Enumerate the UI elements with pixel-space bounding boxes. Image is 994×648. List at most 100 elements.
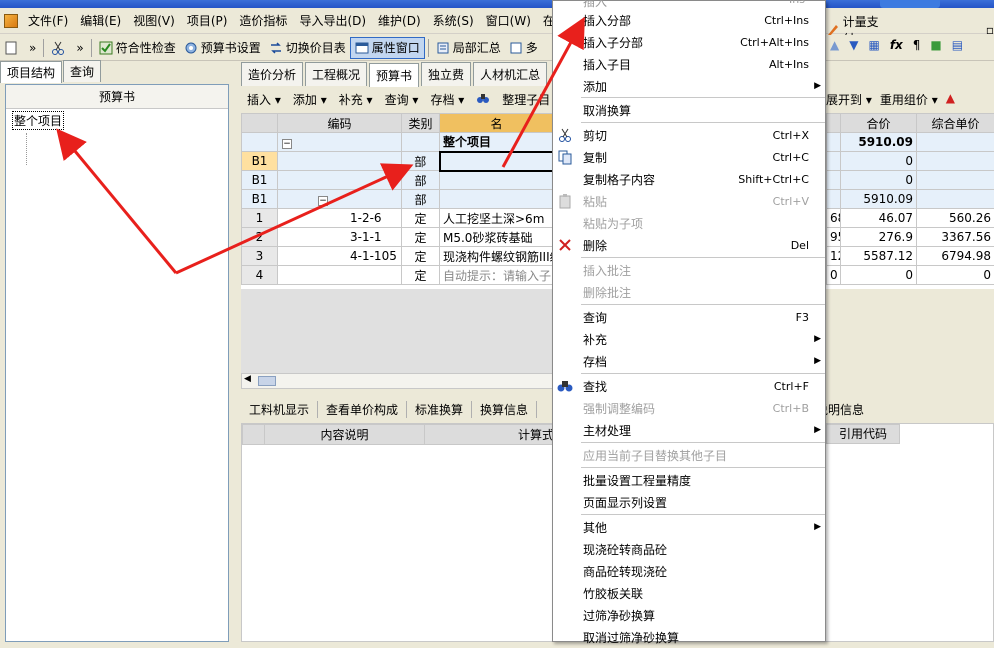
reuse-pricing-dropdown[interactable]: 重用组价 ▾ [880,91,938,108]
cell-name[interactable]: 自动提示：请输入子 [440,266,554,285]
menu-import-export[interactable]: 导入导出(D) [293,12,372,29]
cell-name[interactable] [440,152,554,171]
col-unit-price[interactable]: 综合单价 [917,114,994,133]
menu-item[interactable]: 插入子目Alt+Ins [553,53,825,75]
cell-unit-price[interactable] [917,152,994,171]
arrow-down-icon[interactable]: ▼ [849,38,858,52]
cell-total[interactable]: 5910.09 [841,190,917,209]
cell-category[interactable]: 定 [402,209,440,228]
menu-system[interactable]: 系统(S) [427,12,480,29]
supplement-dropdown[interactable]: 补充 ▾ [333,91,379,108]
menu-item[interactable]: 剪切Ctrl+X [553,124,825,146]
row-header[interactable]: 3 [242,247,278,266]
menu-item[interactable]: 过筛净砂换算 [553,604,825,626]
table-row[interactable]: 125587.126794.98 [827,247,994,266]
menu-item[interactable]: 商品砼转现浇砼 [553,560,825,582]
cube-icon[interactable]: ■ [930,38,941,52]
cell-partial[interactable] [827,171,841,190]
table-row[interactable]: 6846.07560.26 [827,209,994,228]
cell-name[interactable]: 现浇构件螺纹钢筋III级 [440,247,554,266]
cell-category[interactable]: 部 [402,171,440,190]
row-header[interactable]: B1 [242,171,278,190]
budget-settings-button[interactable]: 预算书设置 [180,37,265,59]
tidy-subitems-button[interactable]: 整理子目 [496,91,556,108]
menu-item[interactable]: 竹胶板关联 [553,582,825,604]
cell-total[interactable]: 0 [841,152,917,171]
cell-total[interactable]: 5910.09 [841,133,917,152]
menu-item[interactable]: 存档▶ [553,350,825,372]
menu-item[interactable]: 批量设置工程量精度 [553,469,825,491]
menu-item[interactable]: 查询F3 [553,306,825,328]
cell-category[interactable]: 部 [402,190,440,209]
col-category[interactable]: 类别 [402,114,440,133]
menu-item[interactable]: 查找Ctrl+F [553,375,825,397]
menu-item[interactable]: 插入子分部Ctrl+Alt+Ins [553,31,825,53]
cell-name[interactable]: M5.0砂浆砖基础 [440,228,554,247]
row-header[interactable] [242,133,278,152]
menu-edit[interactable]: 编辑(E) [74,12,127,29]
cell-total[interactable]: 46.07 [841,209,917,228]
tab-project-overview[interactable]: 工程概况 [305,62,367,86]
cell-code[interactable]: 1-2-6 [278,209,402,228]
menu-item[interactable]: 复制Ctrl+C [553,146,825,168]
cell-category[interactable] [402,133,440,152]
cell-category[interactable]: 定 [402,247,440,266]
toolbar-overflow[interactable]: » [25,37,40,59]
menu-item[interactable]: 删除Del [553,234,825,256]
cell-unit-price[interactable]: 6794.98 [917,247,994,266]
table-row[interactable]: 0 [827,152,994,171]
panel-splitter[interactable] [232,62,238,642]
multi-button[interactable]: 多 [505,37,542,59]
cell-code[interactable]: − [278,190,402,209]
menu-maintain[interactable]: 维护(D) [372,12,427,29]
cell-code[interactable]: 3-1-1 [278,228,402,247]
tab-labor-material-summary[interactable]: 人材机汇总 [473,62,547,86]
tab-query[interactable]: 查询 [63,60,101,82]
cell-unit-price[interactable] [917,190,994,209]
cell-name[interactable] [440,171,554,190]
partial-summary-button[interactable]: 局部汇总 [432,37,505,59]
cell-unit-price[interactable]: 3367.56 [917,228,994,247]
tab-material-display[interactable]: 工料机显示 [241,401,318,418]
cell-total[interactable]: 0 [841,171,917,190]
cell-unit-price[interactable]: 560.26 [917,209,994,228]
row-header[interactable]: B1 [242,190,278,209]
menu-item[interactable]: 取消过筛净砂换算 [553,626,825,648]
cell-unit-price[interactable] [917,133,994,152]
cell-category[interactable]: 定 [402,266,440,285]
window-control-buttons[interactable] [880,0,940,8]
menu-project[interactable]: 项目(P) [181,12,234,29]
cell-name[interactable]: 整个项目 [440,133,554,152]
cell-total[interactable]: 5587.12 [841,247,917,266]
table-row[interactable]: 000 [827,266,994,285]
property-window-button[interactable]: 属性窗口 [350,37,425,59]
paragraph-icon[interactable]: ¶ [913,38,921,52]
cell-partial[interactable]: 0 [827,266,841,285]
new-button[interactable] [0,37,25,59]
arrow-up-icon[interactable]: ▲ [830,38,839,52]
tab-unit-price-composition[interactable]: 查看单价构成 [318,401,407,418]
menu-item[interactable]: 现浇砼转商品砼 [553,538,825,560]
cell-partial[interactable] [827,152,841,171]
insert-dropdown[interactable]: 插入 ▾ [241,91,287,108]
scroll-thumb[interactable] [258,376,276,386]
collapse-icon[interactable]: − [318,196,328,206]
col-reference-code[interactable]: 引用代码 [826,424,900,444]
table-row[interactable]: −整个项目 [242,133,554,152]
col-formula[interactable]: 计算式 [425,425,555,445]
table-row[interactable]: 0 [827,171,994,190]
menu-item[interactable]: 取消换算 [553,99,825,121]
cell-code[interactable]: 4-1-105 [278,247,402,266]
function-icon[interactable]: fx [890,38,903,52]
cell-partial[interactable]: 68 [827,209,841,228]
cell-code[interactable] [278,171,402,190]
cell-total[interactable]: 276.9 [841,228,917,247]
menu-view[interactable]: 视图(V) [127,12,181,29]
menu-file[interactable]: 文件(F) [22,12,74,29]
tab-independent-fee[interactable]: 独立费 [421,62,471,86]
cell-partial[interactable] [827,133,841,152]
table-row[interactable]: 95276.93367.56 [827,228,994,247]
layers-icon[interactable]: ▤ [952,38,963,52]
menu-item[interactable]: 页面显示列设置 [553,491,825,513]
cell-partial[interactable]: 95 [827,228,841,247]
